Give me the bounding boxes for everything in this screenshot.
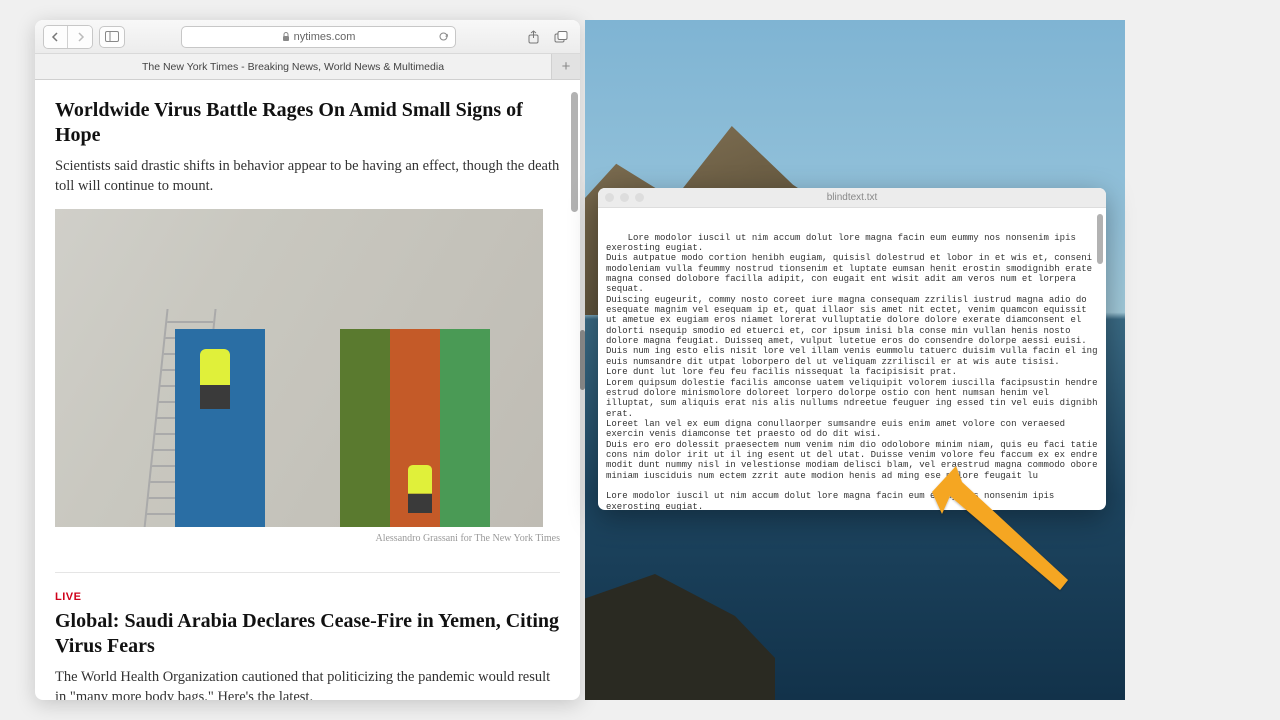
zoom-button[interactable] bbox=[635, 193, 644, 202]
forward-button[interactable] bbox=[68, 26, 92, 48]
close-button[interactable] bbox=[605, 193, 614, 202]
minimize-button[interactable] bbox=[620, 193, 629, 202]
address-bar[interactable]: nytimes.com bbox=[181, 26, 456, 48]
share-button[interactable] bbox=[522, 26, 544, 48]
safari-window: nytimes.com The New York Times - Breakin… bbox=[35, 20, 580, 700]
lock-icon bbox=[282, 32, 290, 41]
article-2: LIVE Global: Saudi Arabia Declares Cease… bbox=[55, 572, 560, 700]
scrollbar-thumb[interactable] bbox=[571, 92, 578, 212]
sidebar-toggle-button[interactable] bbox=[99, 26, 125, 48]
safari-toolbar: nytimes.com bbox=[35, 20, 580, 54]
reload-button[interactable] bbox=[438, 31, 449, 42]
nav-group bbox=[43, 25, 93, 49]
split-drag-handle[interactable] bbox=[580, 330, 585, 390]
textedit-titlebar[interactable]: blindtext.txt bbox=[598, 188, 1106, 208]
textedit-scrollbar[interactable] bbox=[1097, 214, 1103, 264]
article-summary: The World Health Organization cautioned … bbox=[55, 667, 560, 700]
article-headline[interactable]: Global: Saudi Arabia Declares Cease-Fire… bbox=[55, 609, 560, 659]
textedit-body[interactable]: Lore modolor iuscil ut nim accum dolut l… bbox=[598, 208, 1106, 510]
address-text: nytimes.com bbox=[294, 31, 356, 43]
article-1: Worldwide Virus Battle Rages On Amid Sma… bbox=[55, 98, 560, 544]
article-image[interactable] bbox=[55, 209, 543, 527]
textedit-window: blindtext.txt Lore modolor iuscil ut nim… bbox=[598, 188, 1106, 510]
page-content[interactable]: Worldwide Virus Battle Rages On Amid Sma… bbox=[35, 80, 580, 700]
article-summary: Scientists said drastic shifts in behavi… bbox=[55, 156, 560, 197]
traffic-lights bbox=[605, 193, 644, 202]
tab-title: The New York Times - Breaking News, Worl… bbox=[142, 61, 444, 73]
browser-tab[interactable]: The New York Times - Breaking News, Worl… bbox=[35, 54, 552, 79]
new-tab-button[interactable]: + bbox=[552, 54, 580, 79]
tabs-button[interactable] bbox=[550, 26, 572, 48]
live-badge: LIVE bbox=[55, 591, 560, 603]
textedit-filename: blindtext.txt bbox=[827, 192, 878, 203]
tab-bar: The New York Times - Breaking News, Worl… bbox=[35, 54, 580, 80]
coast-graphic bbox=[585, 560, 775, 700]
image-caption: Alessandro Grassani for The New York Tim… bbox=[55, 533, 560, 544]
article-headline[interactable]: Worldwide Virus Battle Rages On Amid Sma… bbox=[55, 98, 560, 148]
back-button[interactable] bbox=[44, 26, 68, 48]
textedit-content: Lore modolor iuscil ut nim accum dolut l… bbox=[606, 233, 1103, 510]
